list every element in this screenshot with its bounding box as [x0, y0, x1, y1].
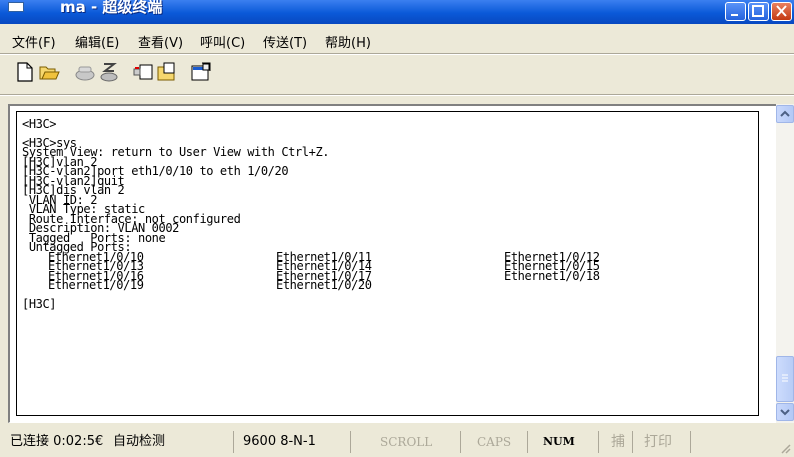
- menu-transfer[interactable]: 传送(T): [263, 32, 307, 51]
- port-cell: Ethernet1/0/18: [504, 269, 600, 283]
- status-divider: [632, 431, 633, 453]
- menu-divider-highlight: [0, 54, 794, 55]
- vertical-scrollbar[interactable]: [776, 104, 794, 423]
- scroll-down-button[interactable]: [776, 403, 794, 421]
- maximize-button[interactable]: [748, 2, 769, 21]
- menu-call[interactable]: 呼叫(C): [200, 32, 245, 51]
- status-bar: 已连接 0:02:5€ 自动检测 9600 8-N-1 SCROLL CAPS …: [0, 427, 794, 457]
- terminal-line: <H3C>: [22, 117, 57, 131]
- status-scroll: SCROLL: [380, 435, 433, 449]
- chevron-up-icon: [780, 110, 790, 117]
- status-divider: [598, 431, 599, 453]
- receive-icon[interactable]: [156, 61, 178, 83]
- close-icon: [776, 5, 787, 17]
- status-baud: 9600 8-N-1: [243, 434, 316, 449]
- app-icon: [8, 2, 24, 12]
- grip-icon: [782, 374, 788, 382]
- new-connection-icon[interactable]: [14, 61, 36, 83]
- status-divider: [460, 431, 461, 453]
- status-num: NUM: [543, 435, 575, 448]
- menu-bar: 文件(F) 编辑(E) 查看(V) 呼叫(C) 传送(T) 帮助(H): [0, 29, 794, 51]
- resize-grip-icon[interactable]: [778, 441, 792, 455]
- status-connected-time: 已连接 0:02:5€: [10, 434, 104, 449]
- send-icon[interactable]: [132, 61, 154, 83]
- status-print: 打印: [644, 434, 672, 450]
- status-caps: CAPS: [477, 435, 512, 449]
- toolbar-divider-highlight: [0, 95, 794, 96]
- status-divider: [350, 431, 351, 453]
- port-cell: Ethernet1/0/20: [276, 278, 372, 292]
- open-icon[interactable]: [38, 61, 60, 83]
- status-detect: 自动检测: [113, 434, 166, 449]
- menu-edit[interactable]: 编辑(E): [75, 32, 119, 51]
- terminal-prompt: [H3C]: [22, 297, 57, 311]
- port-cell: Ethernet1/0/19: [48, 278, 144, 292]
- call-icon[interactable]: [74, 61, 96, 83]
- close-button[interactable]: [771, 2, 792, 21]
- toolbar: [0, 57, 794, 87]
- status-divider: [233, 431, 234, 453]
- chevron-down-icon: [780, 409, 790, 416]
- minimize-icon: [731, 14, 738, 16]
- title-bar[interactable]: ma - 超级终端: [0, 0, 794, 24]
- properties-icon[interactable]: [190, 61, 212, 83]
- terminal-border: <H3C> <H3C>sys System View: return to Us…: [16, 111, 759, 416]
- status-divider: [690, 431, 691, 453]
- status-capture: 捕: [611, 434, 625, 450]
- scroll-up-button[interactable]: [776, 105, 794, 123]
- window-title: ma - 超级终端: [60, 0, 163, 16]
- scroll-thumb[interactable]: [776, 356, 794, 402]
- menu-help[interactable]: 帮助(H): [325, 32, 371, 51]
- menu-file[interactable]: 文件(F): [12, 32, 56, 51]
- menu-view[interactable]: 查看(V): [138, 32, 183, 51]
- status-divider: [527, 431, 528, 453]
- disconnect-icon[interactable]: [98, 61, 120, 83]
- minimize-button[interactable]: [725, 2, 746, 21]
- maximize-icon: [752, 5, 764, 17]
- terminal-window[interactable]: <H3C> <H3C>sys System View: return to Us…: [8, 104, 778, 423]
